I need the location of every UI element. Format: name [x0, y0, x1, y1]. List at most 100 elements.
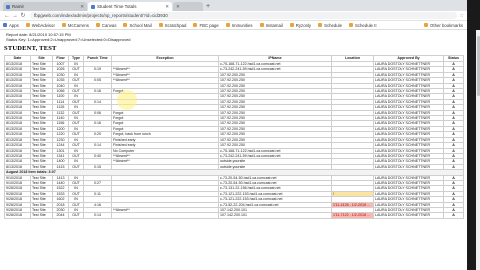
tab-empty[interactable]: ✕	[173, 2, 203, 11]
tab-ramir[interactable]: Ramir ✕	[3, 2, 87, 11]
bookmark-item[interactable]: WebAdvisor	[25, 22, 55, 28]
bookmark-label: Schedule	[324, 22, 343, 28]
bookmark-item[interactable]: Apps	[3, 23, 19, 28]
time-report-table: Date Site Flow Type Punch Time Exception IPNam…	[4, 55, 464, 219]
table-cell: 1'11-4128 - 1/2-2018 ...	[331, 201, 374, 209]
table-row: 8/13/2018 Test Site 1126 IN 107.92.200.250 LA…	[4, 104, 464, 111]
table-row: 8/13/2018 Test Site 1140 IN Forgot 107.92.200…	[4, 115, 464, 122]
reload-icon[interactable]: ↻	[19, 12, 27, 19]
bookmark-label: School Mail	[129, 22, 152, 28]
page-icon	[6, 4, 10, 9]
table-row: 9/28/2018 Test Site 1533 OUT 0:11 c-73-121-22…	[4, 190, 464, 198]
back-icon[interactable]: ←	[3, 13, 11, 19]
table-cell: 107.142.200.101	[218, 212, 332, 219]
bookmark-label: Scratchpad	[164, 22, 187, 28]
bookmark-star-icon[interactable]: ☆	[460, 13, 464, 19]
folder-icon	[61, 23, 66, 27]
bookmark-label: McCarrens	[67, 22, 89, 28]
table-row: 9/28/2018 Test Site 2030 IN **Absent** 107.14…	[4, 206, 464, 214]
bookmarks-bar: Apps WebAdvisor McCarrens Canvas School …	[0, 21, 467, 30]
folder-icon	[349, 23, 354, 27]
folder-icon	[123, 23, 128, 27]
status-key: Status Key: 1=Approved:2=Unapproved:7=Un…	[6, 37, 131, 42]
tab-label: Ramir	[12, 4, 24, 9]
table-body: 8/13/2018 Test Site 1007 IN c-75-168-71-122.…	[4, 60, 464, 219]
bookmark-item[interactable]: Scratchpad	[158, 22, 187, 28]
table-row: 9/28/2018 Test Site 1602 IN c-73-121-222-153…	[4, 196, 464, 203]
table-row: 9/28/2018 Test Site 1522 IN c-73-131-22-156.…	[4, 185, 464, 192]
bookmark-item[interactable]: Schedule II	[349, 23, 377, 28]
table-row: 8/13/2018 Test Site 1341 OUT 0:40 **Absent** c…	[4, 152, 464, 160]
table-cell: Test Site	[30, 212, 53, 219]
table-row: 8/13/2018 Test Site 1415 OUT 0:15 outside.you…	[4, 163, 464, 171]
tab-label: Student Time Totals	[97, 4, 137, 9]
folder-icon	[289, 23, 294, 27]
table-row: 8/13/2018 Test Site 1400 IN **Absent** outsid…	[4, 158, 464, 165]
folder-icon	[25, 23, 30, 27]
bookmark-label: Ryzonly	[295, 22, 312, 28]
folder-icon	[193, 23, 198, 27]
folder-icon	[259, 23, 264, 27]
table-row: 8/13/2018 Test Site 1114 OUT 0:14 107.92.200.…	[4, 98, 464, 106]
column-header[interactable]: Punch Time	[83, 55, 112, 62]
other-bookmarks[interactable]: Other bookmarks	[424, 23, 463, 28]
folder-icon	[318, 23, 323, 27]
table-cell: OUT	[68, 212, 84, 219]
forward-icon[interactable]: →	[11, 13, 19, 19]
table-cell: LAURA DOSTOLY SCHNETTNER	[373, 212, 444, 219]
bookmark-item[interactable]: Canvas	[95, 22, 117, 28]
folder-icon	[424, 23, 429, 27]
table-row: 8/13/2018 Test Site 1007 IN c-75-168-71-122.…	[4, 60, 464, 68]
table-row: 9/28/2018 Test Site 2044 OUT 0:14 107.142.200…	[4, 212, 464, 219]
close-icon[interactable]: ✕	[80, 4, 84, 10]
table-row: 9/10/2018 Test Site 1413 IN c-73-20-54-50.hs…	[4, 174, 464, 181]
folder-icon	[158, 23, 163, 27]
tab-student-time-totals[interactable]: Student Time Totals ✕	[88, 2, 172, 11]
new-tab-icon[interactable]: +	[206, 2, 210, 11]
table-row: 8/13/2018 Test Site 1026 OUT 0:19 **Absent** c…	[4, 66, 464, 73]
bookmark-item[interactable]: Immunities	[225, 22, 253, 28]
bookmark-label: Immunities	[231, 22, 253, 28]
apps-icon	[3, 23, 7, 27]
table-cell: 0:14	[83, 212, 112, 219]
bookmark-label: Other bookmarks	[430, 22, 463, 28]
table-row: 9/28/2018 Test Site 2018 OUT 4:16 c-73-52-22-…	[4, 201, 464, 209]
close-icon[interactable]: ✕	[165, 4, 169, 10]
bookmark-label: Instamail	[265, 22, 283, 28]
cursor-highlight	[117, 90, 137, 110]
bookmark-label: Schedule II	[355, 22, 377, 28]
bookmark-item[interactable]: FBC page	[193, 22, 219, 28]
bookmark-item[interactable]: School Mail	[123, 22, 152, 28]
bookmark-label: WebAdvisor	[31, 22, 55, 28]
table-cell: 9/28/2018	[4, 212, 31, 219]
table-row: 8/13/2018 Test Site 1230 IN Finished early 10…	[4, 136, 464, 144]
table-row: 8/13/2018 Test Site 1030 IN **Absent** 107.92…	[4, 71, 464, 79]
folder-icon	[225, 23, 230, 27]
table-row: 8/13/2018 Test Site 1035 OUT 0:05 **Absent** 1…	[4, 77, 464, 84]
folder-icon	[95, 23, 100, 27]
table-row: 8/13/2018 Test Site 1301 IN No Computer c-75-…	[4, 147, 464, 154]
report-page: Report date: 8/21/2019 10:57:15 PM Statu…	[0, 30, 467, 221]
browser-window: Ramir ✕ Student Time Totals ✕ ✕ + ← → ↻ …	[0, 0, 467, 270]
table-row: 8/13/2018 Test Site 1040 IN 107.92.200.250 LA…	[4, 82, 464, 90]
bookmark-label: FBC page	[199, 22, 219, 28]
table-row: 9/10/2018 Test Site 1440 OUT 0:27 c-73-20-54-…	[4, 179, 464, 187]
table-row: 8/13/2018 Test Site 1220 OUT 0:20 Forgot, bac…	[4, 131, 464, 138]
close-icon[interactable]: ✕	[176, 4, 180, 10]
bookmark-item[interactable]: McCarrens	[61, 22, 89, 28]
url-input[interactable]: fbpgweb.com/index/admin/projects/np_repo…	[30, 12, 457, 19]
bookmark-label: Canvas	[101, 22, 117, 28]
tab-bar: Ramir ✕ Student Time Totals ✕ ✕ +	[0, 0, 467, 11]
bookmark-item[interactable]: Schedule	[318, 23, 342, 28]
table-row: 8/13/2018 Test Site 1244 OUT 0:14 Finished ea…	[4, 142, 464, 149]
address-bar: ← → ↻ fbpgweb.com/index/admin/projects/n…	[0, 11, 467, 21]
bookmark-item[interactable]: Ryzonly	[289, 22, 312, 28]
table-cell: A	[443, 212, 464, 219]
student-name: STUDENT, TEST	[4, 45, 57, 52]
scrollbar-thumb[interactable]	[476, 36, 480, 96]
table-cell	[111, 212, 219, 219]
table-cell: 1'11-7122 - 1/2-2018 ...	[331, 212, 374, 219]
table-cell: 2044	[52, 212, 69, 219]
table-row: 8/13/2018 Test Site 1200 IN Forgot 107.92.200…	[4, 125, 464, 133]
bookmark-item[interactable]: Instamail	[259, 22, 283, 28]
